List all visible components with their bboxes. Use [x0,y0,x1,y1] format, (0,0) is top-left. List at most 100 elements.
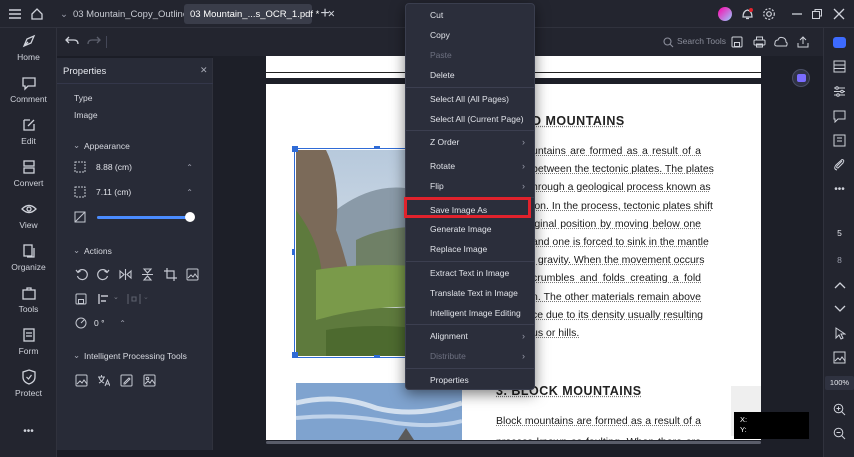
translate-icon[interactable] [96,373,110,387]
settings-gear-icon[interactable] [760,5,778,23]
ai-chat-icon[interactable] [831,34,848,51]
print-icon[interactable] [752,35,766,49]
resize-handle[interactable] [292,249,295,255]
text-line[interactable]: process known as faulting. When there ar… [496,436,701,440]
ai-assistant-icon[interactable] [792,69,810,87]
menu-item-rotate[interactable]: Rotate › [406,157,534,175]
text-line[interactable]: hrough a geological process known as [532,181,701,193]
zoom-in-icon[interactable] [831,401,848,418]
attachment-icon[interactable] [831,156,848,173]
crop-icon[interactable] [163,267,177,281]
text-line[interactable]: ce due to its density usually resulting [532,309,701,321]
text-line[interactable]: between the tectonic plates. The plates [532,163,701,175]
share-icon[interactable] [796,35,810,49]
text-line[interactable]: ion. In the process, tectonic plates shi… [532,200,701,212]
tab-document-2[interactable]: 03 Mountain_...s_OCR_1.pdf * ✕ [184,4,312,24]
close-icon[interactable]: ✕ [200,65,208,76]
sidebar-item-tools[interactable]: Tools [0,285,57,327]
resize-handle[interactable] [292,352,298,358]
bell-icon[interactable] [738,5,756,23]
opacity-slider[interactable] [97,216,195,219]
stepper-icon[interactable]: ⌃ [119,316,126,331]
text-line[interactable]: Block mountains are formed as a result o… [496,415,701,427]
resize-handle[interactable] [292,146,298,152]
width-field[interactable]: 8.88 (cm) ⌃ [91,160,197,175]
sidebar-item-home[interactable]: Home [0,33,57,75]
menu-icon[interactable] [6,5,24,23]
menu-item-alignment[interactable]: Alignment › [406,327,534,345]
resize-handle[interactable] [374,146,380,149]
avatar[interactable] [716,5,734,23]
rotate-right-icon[interactable] [96,267,110,281]
sidebar-item-form[interactable]: Form [0,327,57,369]
flip-vertical-icon[interactable] [140,267,154,281]
zoom-level[interactable]: 100% [825,376,854,390]
stepper-icon[interactable]: ⌃ [186,185,193,200]
restore-icon[interactable] [808,5,826,23]
save-icon[interactable] [730,35,744,49]
home-icon[interactable] [28,5,46,23]
chevron-up-icon[interactable] [831,276,848,293]
more-icon[interactable]: ••• [831,181,848,198]
sidebar-item-convert[interactable]: Convert [0,159,57,201]
text-line[interactable]: n. The other materials remain above [532,291,701,303]
menu-item-cut[interactable]: Cut [406,6,534,24]
opacity-slider-handle[interactable] [185,212,195,222]
select-cursor-icon[interactable] [831,325,848,342]
resize-handle[interactable] [374,355,380,358]
close-window-icon[interactable] [830,5,848,23]
rotation-field[interactable]: 0 ° ⌃ [89,316,129,331]
menu-item-copy[interactable]: Copy [406,26,534,44]
ai-image-icon[interactable] [74,373,88,387]
text-line[interactable]: us or hills. [532,327,579,339]
text-line[interactable]: f gravity. When the movement occurs [532,254,701,266]
image-edit-icon[interactable] [119,373,133,387]
stepper-icon[interactable]: ⌃ [186,160,193,175]
chevron-down-icon[interactable]: ⌄ [73,140,80,151]
comment-icon[interactable] [831,108,848,125]
image-enhance-icon[interactable] [142,373,156,387]
chevron-down-icon[interactable] [831,300,848,317]
menu-item-z-order[interactable]: Z Order › [406,133,534,151]
minimize-icon[interactable] [788,5,806,23]
page-current[interactable]: 5 [824,228,854,238]
menu-item-translate-text[interactable]: Translate Text in Image [406,284,534,302]
text-line[interactable]: crumbles and folds creating a fold [532,272,701,284]
flip-horizontal-icon[interactable] [118,267,132,281]
align-icon[interactable] [97,292,111,306]
sidebar-item-protect[interactable]: Protect [0,369,57,411]
redo-icon[interactable] [87,34,101,48]
horizontal-scrollbar[interactable] [266,441,761,444]
sidebar-item-comment[interactable]: Comment [0,75,57,117]
sidebar-item-view[interactable]: View [0,201,57,243]
menu-item-select-all-current[interactable]: Select All (Current Page) [406,110,534,128]
chevron-down-icon[interactable]: ⌄ [73,245,80,256]
replace-image-icon[interactable] [185,267,199,281]
menu-item-intelligent-editing[interactable]: Intelligent Image Editing [406,304,534,322]
sidebar-item-edit[interactable]: Edit [0,117,57,159]
sidebar-item-organize[interactable]: Organize [0,243,57,285]
menu-item-replace-image[interactable]: Replace Image [406,240,534,258]
new-tab-icon[interactable]: + [316,5,334,23]
save-image-icon[interactable] [74,292,88,306]
menu-item-select-all-pages[interactable]: Select All (All Pages) [406,90,534,108]
section-heading[interactable]: D MOUNTAINS [532,114,625,128]
text-line[interactable]: iginal position by moving below one [532,218,701,230]
fit-page-icon[interactable] [831,349,848,366]
menu-item-delete[interactable]: Delete [406,66,534,84]
block-mountain-image[interactable] [296,383,462,440]
thumbnails-icon[interactable] [831,132,848,149]
zoom-out-icon[interactable] [831,425,848,442]
menu-item-properties[interactable]: Properties [406,371,534,389]
height-field[interactable]: 7.11 (cm) ⌃ [91,185,197,200]
sliders-icon[interactable] [831,83,848,100]
undo-icon[interactable] [65,34,79,48]
more-icon[interactable]: ••• [0,426,57,437]
menu-item-flip[interactable]: Flip › [406,177,534,195]
menu-item-extract-text[interactable]: Extract Text in Image [406,264,534,282]
chevron-down-icon[interactable]: ⌄ [73,350,80,361]
cloud-upload-icon[interactable] [774,35,788,49]
text-line[interactable]: and one is forced to sink in the mantle [532,236,701,248]
panel-icon[interactable] [831,58,848,75]
search-tools-input[interactable]: Search Tools [677,36,726,46]
